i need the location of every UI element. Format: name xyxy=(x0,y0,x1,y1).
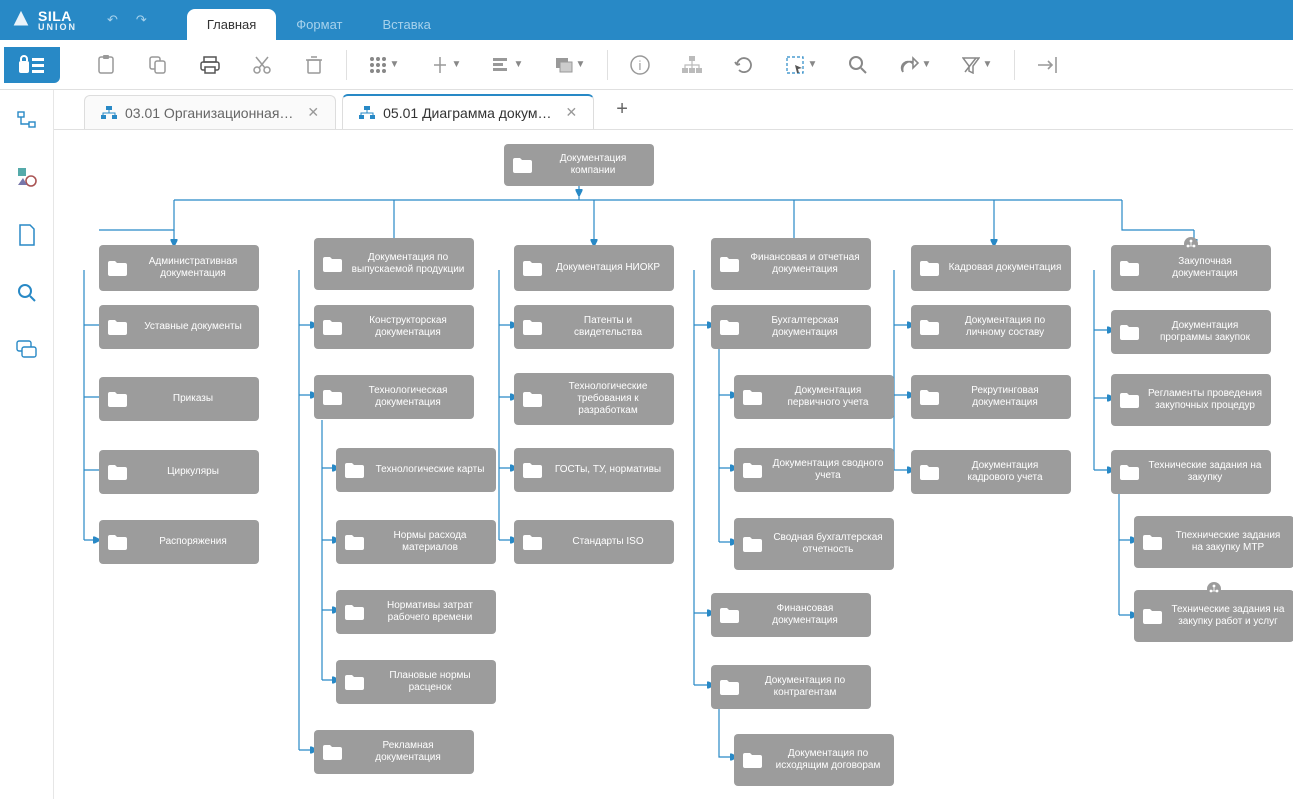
chevron-down-icon: ▼ xyxy=(390,59,400,70)
shapes-icon[interactable] xyxy=(17,167,37,192)
doc-tab-label: 05.01 Диаграмма докум… xyxy=(383,105,551,121)
node-c5-1[interactable]: Рекрутинговая документация xyxy=(911,375,1071,419)
ribbon: ▼ ▼ ▼ ▼ i ▼ ▼ ▼ xyxy=(0,40,1293,90)
chevron-down-icon: ▼ xyxy=(576,59,586,70)
info-button[interactable]: i xyxy=(614,45,666,85)
brand-line1: SILA xyxy=(38,9,77,23)
node-c1-0[interactable]: Уставные документы xyxy=(99,305,259,349)
node-c4-s2[interactable]: Сводная бухгалтерская отчетность xyxy=(734,518,894,570)
brand-line2: UNION xyxy=(38,23,77,32)
svg-text:i: i xyxy=(639,58,642,73)
lock-panel[interactable] xyxy=(4,47,60,83)
node-c4-s0[interactable]: Документация первичного учета xyxy=(734,375,894,419)
close-icon[interactable]: ✕ xyxy=(565,104,577,121)
node-c1-2[interactable]: Циркуляры xyxy=(99,450,259,494)
lock-icon xyxy=(18,55,46,75)
doc-tab-1[interactable]: 05.01 Диаграмма докум… ✕ xyxy=(342,94,594,129)
share-button[interactable]: ▼ xyxy=(884,45,946,85)
node-c6-1[interactable]: Регламенты проведения закупочных процеду… xyxy=(1111,374,1271,426)
tree-icon[interactable] xyxy=(17,110,37,135)
tab-main[interactable]: Главная xyxy=(187,9,276,40)
node-c4-last[interactable]: Документация по исходящим договорам xyxy=(734,734,894,786)
link-badge-icon xyxy=(1184,237,1198,251)
chevron-down-icon: ▼ xyxy=(922,59,932,70)
add-tab-button[interactable]: + xyxy=(600,90,644,129)
doc-tab-label: 03.01 Организационная… xyxy=(125,105,293,121)
node-c6-0[interactable]: Документация программы закупок xyxy=(1111,310,1271,354)
node-c1-3[interactable]: Распоряжения xyxy=(99,520,259,564)
delete-button[interactable] xyxy=(288,45,340,85)
node-c3-0[interactable]: Патенты и свидетельства xyxy=(514,305,674,349)
node-c4-s1[interactable]: Документация сводного учета xyxy=(734,448,894,492)
node-c5-head[interactable]: Кадровая документация xyxy=(911,245,1071,291)
tab-insert[interactable]: Вставка xyxy=(362,9,450,40)
node-c2-0[interactable]: Конструкторская документация xyxy=(314,305,474,349)
node-c2-1[interactable]: Технологическая документация xyxy=(314,375,474,419)
node-c3-2[interactable]: ГОСТы, ТУ, нормативы xyxy=(514,448,674,492)
undo-icon[interactable]: ↶ xyxy=(107,12,118,28)
node-c1-1[interactable]: Приказы xyxy=(99,377,259,421)
main-area: 03.01 Организационная… ✕ 05.01 Диаграмма… xyxy=(0,90,1293,799)
refresh-button[interactable] xyxy=(718,45,770,85)
align-h-button[interactable]: ▼ xyxy=(415,45,477,85)
node-c4-m1[interactable]: Документация по контрагентам xyxy=(711,665,871,709)
search-icon[interactable] xyxy=(17,283,37,308)
diagram-icon xyxy=(101,106,117,120)
document-tabs: 03.01 Организационная… ✕ 05.01 Диаграмма… xyxy=(54,90,1293,130)
node-c2-s2[interactable]: Нормативы затрат рабочего времени xyxy=(336,590,496,634)
node-c2-s1[interactable]: Нормы расхода материалов xyxy=(336,520,496,564)
node-c1-head[interactable]: Административная документация xyxy=(99,245,259,291)
node-c3-3[interactable]: Стандарты ISO xyxy=(514,520,674,564)
paste-button[interactable] xyxy=(80,45,132,85)
canvas-wrap: 03.01 Организационная… ✕ 05.01 Диаграмма… xyxy=(54,90,1293,799)
node-c2-tail[interactable]: Рекламная документация xyxy=(314,730,474,774)
grid-button[interactable]: ▼ xyxy=(353,45,415,85)
node-c6-2[interactable]: Технические задания на закупку xyxy=(1111,450,1271,494)
copy-button[interactable] xyxy=(132,45,184,85)
filter-button[interactable]: ▼ xyxy=(946,45,1008,85)
left-sidebar xyxy=(0,90,54,799)
app-logo: SILA UNION xyxy=(10,9,77,32)
node-c5-0[interactable]: Документация по личному составу xyxy=(911,305,1071,349)
node-c2-s3[interactable]: Плановые нормы расценок xyxy=(336,660,496,704)
hierarchy-button[interactable] xyxy=(666,45,718,85)
node-c3-head[interactable]: Документация НИОКР xyxy=(514,245,674,291)
node-c2-s0[interactable]: Технологические карты xyxy=(336,448,496,492)
chevron-down-icon: ▼ xyxy=(452,59,462,70)
link-badge-icon xyxy=(1207,582,1221,596)
page-icon[interactable] xyxy=(18,224,36,251)
node-c6-s1[interactable]: Технические задания на закупку работ и у… xyxy=(1134,590,1293,642)
node-c4-m0[interactable]: Финансовая документация xyxy=(711,593,871,637)
comments-icon[interactable] xyxy=(16,340,38,365)
cut-button[interactable] xyxy=(236,45,288,85)
align-left-button[interactable]: ▼ xyxy=(477,45,539,85)
node-c6-s0[interactable]: Тпехнические задания на закупку МТР xyxy=(1134,516,1293,568)
chevron-down-icon: ▼ xyxy=(808,59,818,70)
node-c2-head[interactable]: Документация по выпускаемой продукции xyxy=(314,238,474,290)
search-button[interactable] xyxy=(832,45,884,85)
node-c4-head[interactable]: Финансовая и отчетная документация xyxy=(711,238,871,290)
chevron-down-icon: ▼ xyxy=(983,59,993,70)
node-c6-head[interactable]: Закупочная документация xyxy=(1111,245,1271,291)
print-button[interactable] xyxy=(184,45,236,85)
tab-format[interactable]: Формат xyxy=(276,9,362,40)
node-c5-2[interactable]: Документация кадрового учета xyxy=(911,450,1071,494)
collapse-button[interactable] xyxy=(1021,45,1073,85)
node-c4-0[interactable]: Бухгалтерская документация xyxy=(711,305,871,349)
layer-button[interactable]: ▼ xyxy=(539,45,601,85)
diagram-canvas[interactable]: Документация компании Административная д… xyxy=(54,130,1293,799)
node-c3-1[interactable]: Технологические требования к разработкам xyxy=(514,373,674,425)
chevron-down-icon: ▼ xyxy=(514,59,524,70)
close-icon[interactable]: ✕ xyxy=(307,104,319,121)
redo-icon[interactable]: ↷ xyxy=(136,12,147,28)
select-button[interactable]: ▼ xyxy=(770,45,832,85)
node-root[interactable]: Документация компании xyxy=(504,144,654,186)
diagram-icon xyxy=(359,106,375,120)
logo-icon xyxy=(10,9,32,31)
doc-tab-0[interactable]: 03.01 Организационная… ✕ xyxy=(84,95,336,129)
app-topbar: SILA UNION ↶ ↷ Главная Формат Вставка xyxy=(0,0,1293,40)
